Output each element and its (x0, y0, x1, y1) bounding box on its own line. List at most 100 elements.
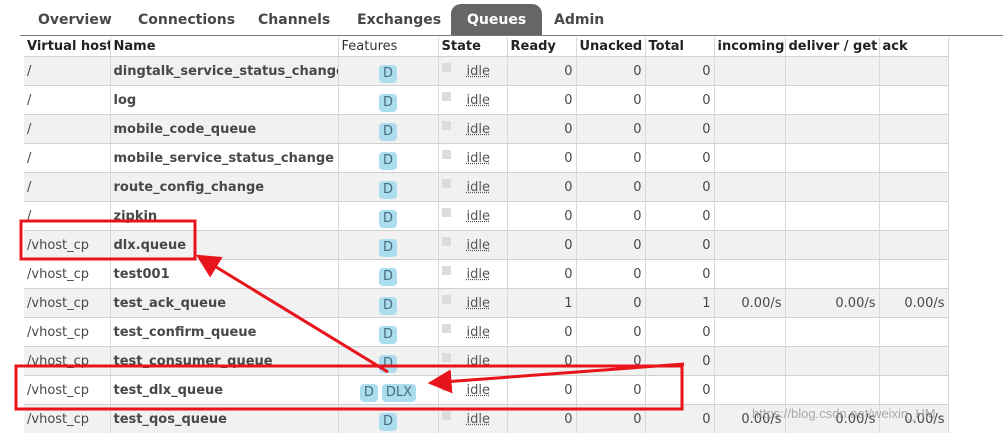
state-label: idle (466, 179, 490, 195)
queue-name-link[interactable]: mobile_service_status_change (110, 143, 339, 173)
cell-state: idle (438, 143, 508, 173)
header-features: Features (338, 37, 439, 57)
tab-connections[interactable]: Connections (138, 6, 235, 35)
feature-durable-badge: D (359, 384, 378, 402)
queue-name-link[interactable]: test001 (110, 259, 339, 289)
table-row[interactable]: /vhost_cp test001 Didle 0 0 0 (24, 259, 949, 289)
table-row[interactable]: /vhost_cp test_confirm_queue Didle 0 0 0 (24, 317, 949, 347)
tab-overview[interactable]: Overview (38, 6, 112, 35)
table-row[interactable]: / log Didle 0 0 0 (24, 85, 949, 115)
cell-features: D (338, 404, 439, 433)
table-row[interactable]: /vhost_cp dlx.queue Didle 0 0 0 (24, 230, 949, 260)
feature-durable-badge: D (378, 65, 397, 83)
tab-exchanges[interactable]: Exchanges (357, 6, 441, 35)
cell-state: idle (438, 317, 508, 347)
cell-ack (879, 346, 949, 376)
cell-ack: 0.00/s (879, 288, 949, 318)
state-label: idle (466, 295, 490, 311)
header-incoming[interactable]: incoming (714, 37, 786, 57)
tab-channels[interactable]: Channels (258, 6, 330, 35)
cell-ack (879, 85, 949, 115)
state-square-icon (441, 352, 451, 362)
queue-name-link[interactable]: dlx.queue (110, 230, 339, 260)
cell-unacked: 0 (576, 259, 646, 289)
state-square-icon (441, 62, 451, 72)
queue-name-link[interactable]: test_dlx_queue (110, 375, 339, 405)
cell-incoming (714, 201, 786, 231)
feature-durable-badge: D (378, 326, 397, 344)
cell-ready: 0 (507, 85, 577, 115)
cell-ready: 1 (507, 288, 577, 318)
state-square-icon (441, 91, 451, 101)
cell-deliver-get (785, 346, 880, 376)
header-deliver-get[interactable]: deliver / get (785, 37, 880, 57)
state-square-icon (441, 323, 451, 333)
feature-durable-badge: D (378, 268, 397, 286)
queue-name-link[interactable]: test_qos_queue (110, 404, 339, 433)
cell-incoming (714, 56, 786, 86)
cell-ack (879, 143, 949, 173)
table-row[interactable]: /vhost_cp test_dlx_queue D DLX idle 0 0 0 (24, 375, 949, 405)
cell-unacked: 0 (576, 201, 646, 231)
state-square-icon (441, 120, 451, 130)
queue-name-link[interactable]: dingtalk_service_status_change (110, 56, 339, 86)
watermark: https://blog.csdn.net/weixin_HM (752, 406, 936, 421)
feature-durable-badge: D (378, 355, 397, 373)
header-state[interactable]: State (438, 37, 508, 57)
queue-name-link[interactable]: route_config_change (110, 172, 339, 202)
queue-name-link[interactable]: test_confirm_queue (110, 317, 339, 347)
cell-ready: 0 (507, 201, 577, 231)
cell-state: idle (438, 288, 508, 318)
header-ack[interactable]: ack (879, 37, 949, 57)
feature-dlx-badge: DLX (381, 384, 417, 402)
state-label: idle (466, 150, 490, 166)
state-label: idle (466, 208, 490, 224)
cell-virtual-host: /vhost_cp (24, 230, 111, 260)
tab-queues[interactable]: Queues (451, 4, 543, 35)
header-unacked[interactable]: Unacked (576, 37, 646, 57)
queue-name-link[interactable]: test_ack_queue (110, 288, 339, 318)
queue-name-link[interactable]: test_consumer_queue (110, 346, 339, 376)
state-label: idle (466, 237, 490, 253)
cell-unacked: 0 (576, 172, 646, 202)
state-square-icon (441, 265, 451, 275)
cell-unacked: 0 (576, 85, 646, 115)
table-header-row: Virtual host Name Features State Ready U… (24, 37, 949, 57)
cell-incoming (714, 114, 786, 144)
cell-ready: 0 (507, 172, 577, 202)
table-row[interactable]: / zipkin Didle 0 0 0 (24, 201, 949, 231)
cell-ready: 0 (507, 375, 577, 405)
queue-name-link[interactable]: zipkin (110, 201, 339, 231)
cell-unacked: 0 (576, 56, 646, 86)
queue-name-link[interactable]: log (110, 85, 339, 115)
cell-ack (879, 172, 949, 202)
cell-virtual-host: / (24, 201, 111, 231)
header-ready[interactable]: Ready (507, 37, 577, 57)
table-row[interactable]: /vhost_cp test_ack_queue Didle 1 0 1 0.00/s 0.0… (24, 288, 949, 318)
cell-virtual-host: /vhost_cp (24, 317, 111, 347)
cell-incoming (714, 230, 786, 260)
cell-state: idle (438, 114, 508, 144)
state-label: idle (466, 411, 490, 427)
table-row[interactable]: / mobile_code_queue Didle 0 0 0 (24, 114, 949, 144)
header-virtual-host[interactable]: Virtual host (24, 37, 111, 57)
cell-deliver-get (785, 56, 880, 86)
cell-virtual-host: / (24, 114, 111, 144)
table-row[interactable]: /vhost_cp test_consumer_queue Didle 0 0 0 (24, 346, 949, 376)
cell-virtual-host: / (24, 85, 111, 115)
table-row[interactable]: / mobile_service_status_change Didle 0 0 0 (24, 143, 949, 173)
state-label: idle (466, 382, 490, 398)
cell-deliver-get (785, 230, 880, 260)
cell-total: 0 (645, 375, 715, 405)
cell-ready: 0 (507, 143, 577, 173)
header-name[interactable]: Name (110, 37, 339, 57)
table-row[interactable]: / dingtalk_service_status_change Didle 0 0 0 (24, 56, 949, 86)
feature-durable-badge: D (378, 413, 397, 431)
state-square-icon (441, 381, 451, 391)
cell-ready: 0 (507, 230, 577, 260)
header-total[interactable]: Total (645, 37, 715, 57)
cell-ack (879, 375, 949, 405)
queue-name-link[interactable]: mobile_code_queue (110, 114, 339, 144)
table-row[interactable]: / route_config_change Didle 0 0 0 (24, 172, 949, 202)
tab-admin[interactable]: Admin (554, 6, 604, 35)
